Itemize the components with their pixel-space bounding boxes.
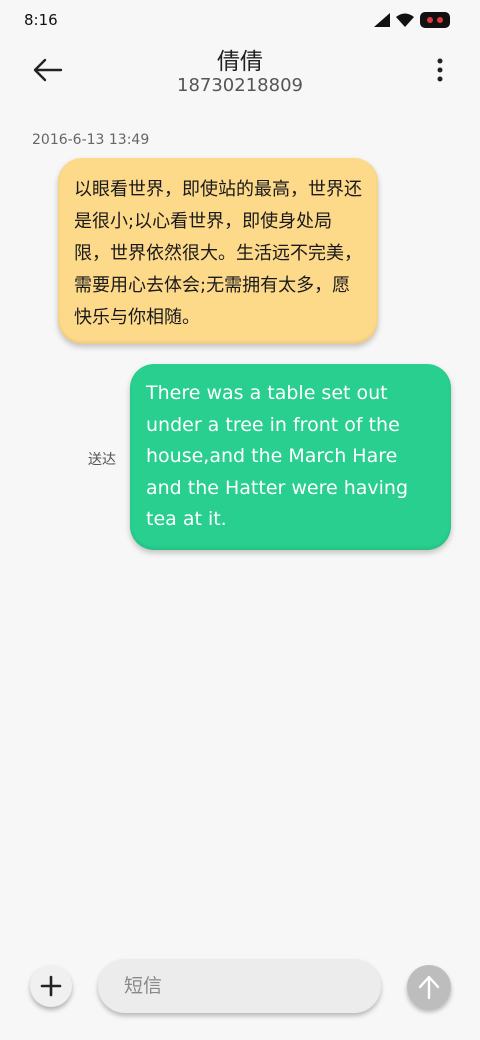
contact-phone: 18730218809 [177, 75, 303, 96]
more-vertical-icon[interactable] [436, 58, 444, 82]
arrow-up-icon [418, 975, 440, 1000]
received-message-bubble[interactable]: 以眼看世界，即使站的最高，世界还是很小;以心看世界，即使身处局限，世界依然很大。… [58, 158, 378, 344]
contact-name: 倩倩 [217, 49, 263, 75]
status-icons [374, 12, 450, 28]
conversation-header: 倩倩 18730218809 [0, 40, 480, 108]
delivery-status: 送达 [88, 452, 116, 468]
sent-message-bubble[interactable]: There was a table set out under a tree i… [130, 364, 451, 550]
message-input[interactable] [98, 959, 381, 1013]
plus-icon [40, 975, 62, 997]
signal-icon [374, 13, 390, 27]
message-timestamp: 2016-6-13 13:49 [32, 132, 150, 148]
sms-conversation-screen: 8:16 倩倩 18730218809 2016-6-13 13:49 以眼看世… [0, 0, 480, 1040]
wifi-icon [396, 13, 414, 27]
send-button[interactable] [407, 965, 451, 1009]
status-bar: 8:16 [0, 0, 480, 40]
battery-icon [420, 12, 450, 28]
status-time: 8:16 [24, 11, 58, 29]
add-attachment-button[interactable] [30, 965, 72, 1007]
